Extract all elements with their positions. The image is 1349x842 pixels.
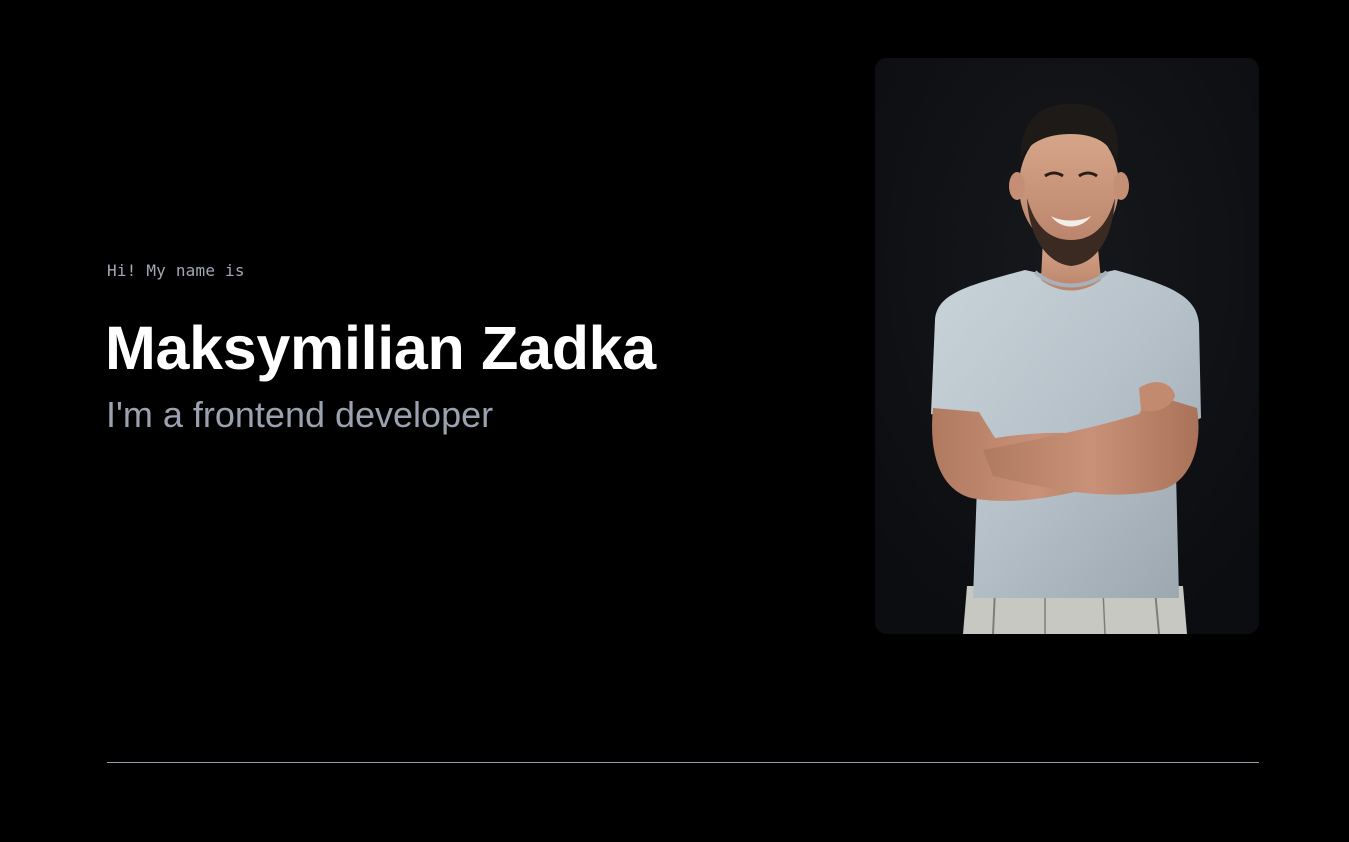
hero-page: Hi! My name is Maksymilian Zadka I'm a f… bbox=[0, 0, 1349, 842]
greeting-text: Hi! My name is bbox=[107, 261, 245, 280]
hero-name: Maksymilian Zadka bbox=[105, 314, 656, 382]
portrait-illustration bbox=[875, 58, 1259, 634]
portrait-photo bbox=[875, 58, 1259, 634]
section-divider bbox=[107, 762, 1259, 763]
hero-role: I'm a frontend developer bbox=[106, 394, 494, 435]
